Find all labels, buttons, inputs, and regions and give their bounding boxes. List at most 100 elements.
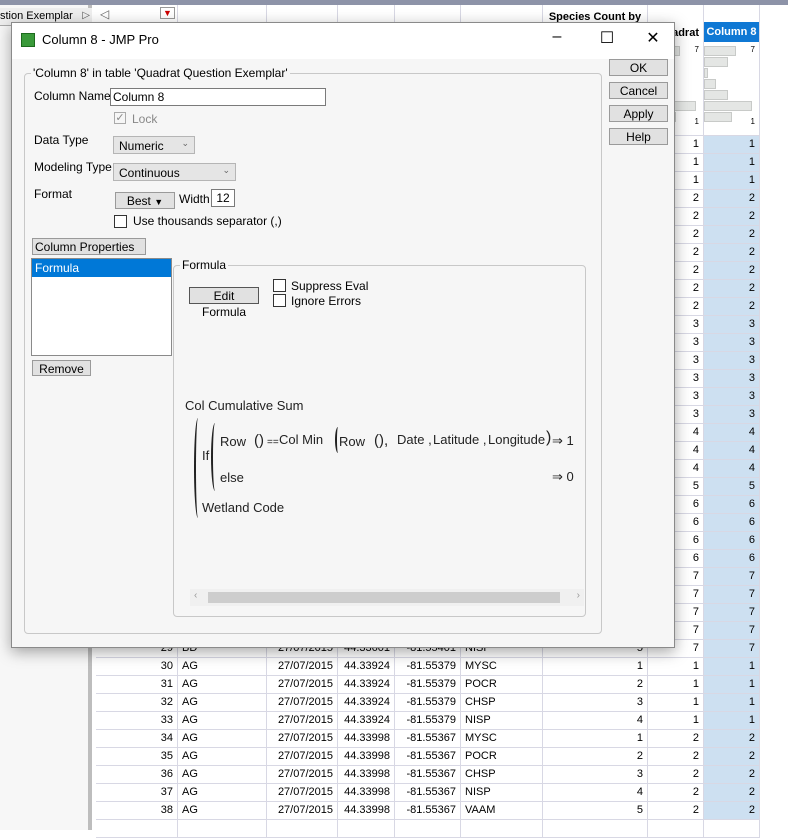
cell-wetland-code[interactable]: AG <box>178 676 267 694</box>
cell-column8[interactable]: 6 <box>704 550 760 568</box>
cell-latitude[interactable]: 44.33998 <box>338 766 395 784</box>
cell-column8[interactable]: 6 <box>704 514 760 532</box>
cell-latitude[interactable]: 44.33924 <box>338 712 395 730</box>
ok-button[interactable]: OK <box>609 59 668 76</box>
cell-longitude[interactable]: -81.55367 <box>395 730 461 748</box>
cell-row-number[interactable]: 33 <box>96 712 178 730</box>
cell-row-number[interactable]: 38 <box>96 802 178 820</box>
cell-column8[interactable]: 1 <box>704 712 760 730</box>
cell-date[interactable]: 27/07/2015 <box>267 784 338 802</box>
cell-wetland-code[interactable]: AG <box>178 730 267 748</box>
empty-cell[interactable] <box>648 820 704 838</box>
cell-species[interactable]: NISP <box>461 784 543 802</box>
cell-species[interactable]: CHSP <box>461 766 543 784</box>
cell-column8[interactable]: 1 <box>704 694 760 712</box>
cell-column8[interactable]: 2 <box>704 226 760 244</box>
expand-arrow-icon[interactable]: ▷ <box>82 10 90 21</box>
cell-longitude[interactable]: -81.55367 <box>395 802 461 820</box>
thousands-checkbox[interactable] <box>114 215 127 228</box>
cell-column8[interactable]: 7 <box>704 604 760 622</box>
empty-cell[interactable] <box>338 820 395 838</box>
cell-column8[interactable]: 2 <box>704 280 760 298</box>
cell-date[interactable]: 27/07/2015 <box>267 802 338 820</box>
cell-species-count[interactable]: 4 <box>543 784 648 802</box>
cell-wetland-code[interactable]: AG <box>178 658 267 676</box>
help-button[interactable]: Help <box>609 128 668 145</box>
cell-species-count[interactable]: 1 <box>543 730 648 748</box>
formula-scrollbar[interactable]: ‹ › <box>190 589 584 606</box>
data-type-select[interactable]: Numeric ⌄ <box>113 136 195 154</box>
column-name-input[interactable] <box>110 88 326 106</box>
cell-species-count[interactable]: 5 <box>543 802 648 820</box>
cell-latitude[interactable]: 44.33998 <box>338 748 395 766</box>
width-input[interactable] <box>211 189 235 207</box>
cell-column8[interactable]: 7 <box>704 568 760 586</box>
cell-column8[interactable]: 1 <box>704 172 760 190</box>
cell-latitude[interactable]: 44.33998 <box>338 784 395 802</box>
table-row[interactable]: 36 AG 27/07/2015 44.33998 -81.55367 CHSP 3 2 2 <box>96 766 788 784</box>
modeling-type-select[interactable]: Continuous ⌄ <box>113 163 236 181</box>
cell-column8[interactable]: 3 <box>704 406 760 424</box>
cell-date[interactable]: 27/07/2015 <box>267 730 338 748</box>
cell-latitude[interactable]: 44.33924 <box>338 658 395 676</box>
cell-species-count[interactable]: 1 <box>543 658 648 676</box>
cell-column8[interactable]: 2 <box>704 748 760 766</box>
empty-cell[interactable] <box>704 820 760 838</box>
cell-row-number[interactable]: 35 <box>96 748 178 766</box>
properties-list[interactable]: Formula <box>31 258 172 356</box>
cell-column8[interactable]: 1 <box>704 136 760 154</box>
table-row[interactable]: 34 AG 27/07/2015 44.33998 -81.55367 MYSC 1 2 2 <box>96 730 788 748</box>
table-row[interactable]: 37 AG 27/07/2015 44.33998 -81.55367 NISP 4 2 2 <box>96 784 788 802</box>
cell-column8[interactable]: 1 <box>704 154 760 172</box>
cell-quadrat[interactable]: 1 <box>648 658 704 676</box>
cell-date[interactable]: 27/07/2015 <box>267 694 338 712</box>
cell-longitude[interactable]: -81.55379 <box>395 694 461 712</box>
cell-column8[interactable]: 4 <box>704 460 760 478</box>
cell-latitude[interactable]: 44.33924 <box>338 676 395 694</box>
cell-column8[interactable]: 2 <box>704 244 760 262</box>
cell-species[interactable]: MYSC <box>461 730 543 748</box>
cell-species[interactable]: CHSP <box>461 694 543 712</box>
column-header-column8[interactable]: Column 8 7 1 <box>704 5 760 136</box>
cell-latitude[interactable]: 44.33924 <box>338 694 395 712</box>
format-button[interactable]: Best ▼ <box>115 192 175 209</box>
cancel-button[interactable]: Cancel <box>609 82 668 99</box>
cell-latitude[interactable]: 44.33998 <box>338 802 395 820</box>
scroll-thumb[interactable] <box>208 592 560 603</box>
cell-column8[interactable]: 3 <box>704 334 760 352</box>
cell-column8[interactable]: 2 <box>704 730 760 748</box>
cell-column8[interactable]: 3 <box>704 316 760 334</box>
cell-species-count[interactable]: 2 <box>543 676 648 694</box>
red-triangle-menu-icon[interactable]: ▼ <box>160 7 175 19</box>
cell-column8[interactable]: 1 <box>704 658 760 676</box>
column-properties-button[interactable]: Column Properties ▼ <box>32 238 146 269</box>
cell-date[interactable]: 27/07/2015 <box>267 766 338 784</box>
cell-column8[interactable]: 4 <box>704 442 760 460</box>
empty-cell[interactable] <box>461 820 543 838</box>
cell-row-number[interactable]: 37 <box>96 784 178 802</box>
table-row[interactable]: 32 AG 27/07/2015 44.33924 -81.55379 CHSP 3 1 1 <box>96 694 788 712</box>
cell-species-count[interactable]: 2 <box>543 748 648 766</box>
remove-button[interactable]: Remove <box>32 360 91 376</box>
cell-column8[interactable]: 6 <box>704 496 760 514</box>
cell-column8[interactable]: 5 <box>704 478 760 496</box>
cell-date[interactable]: 27/07/2015 <box>267 748 338 766</box>
apply-button[interactable]: Apply <box>609 105 668 122</box>
cell-row-number[interactable]: 31 <box>96 676 178 694</box>
cell-column8[interactable]: 3 <box>704 352 760 370</box>
cell-row-number[interactable]: 32 <box>96 694 178 712</box>
cell-species-count[interactable]: 3 <box>543 766 648 784</box>
cell-quadrat[interactable]: 1 <box>648 712 704 730</box>
minimize-icon[interactable]: – <box>542 28 572 46</box>
cell-wetland-code[interactable]: AG <box>178 748 267 766</box>
cell-column8[interactable]: 2 <box>704 262 760 280</box>
cell-quadrat[interactable]: 2 <box>648 748 704 766</box>
cell-date[interactable]: 27/07/2015 <box>267 658 338 676</box>
collapse-arrow-icon[interactable]: ◁ <box>100 7 109 21</box>
cell-longitude[interactable]: -81.55367 <box>395 784 461 802</box>
edit-formula-button[interactable]: Edit Formula <box>189 287 259 319</box>
cell-row-number[interactable]: 36 <box>96 766 178 784</box>
empty-cell[interactable] <box>96 820 178 838</box>
cell-quadrat[interactable]: 1 <box>648 694 704 712</box>
cell-longitude[interactable]: -81.55379 <box>395 676 461 694</box>
